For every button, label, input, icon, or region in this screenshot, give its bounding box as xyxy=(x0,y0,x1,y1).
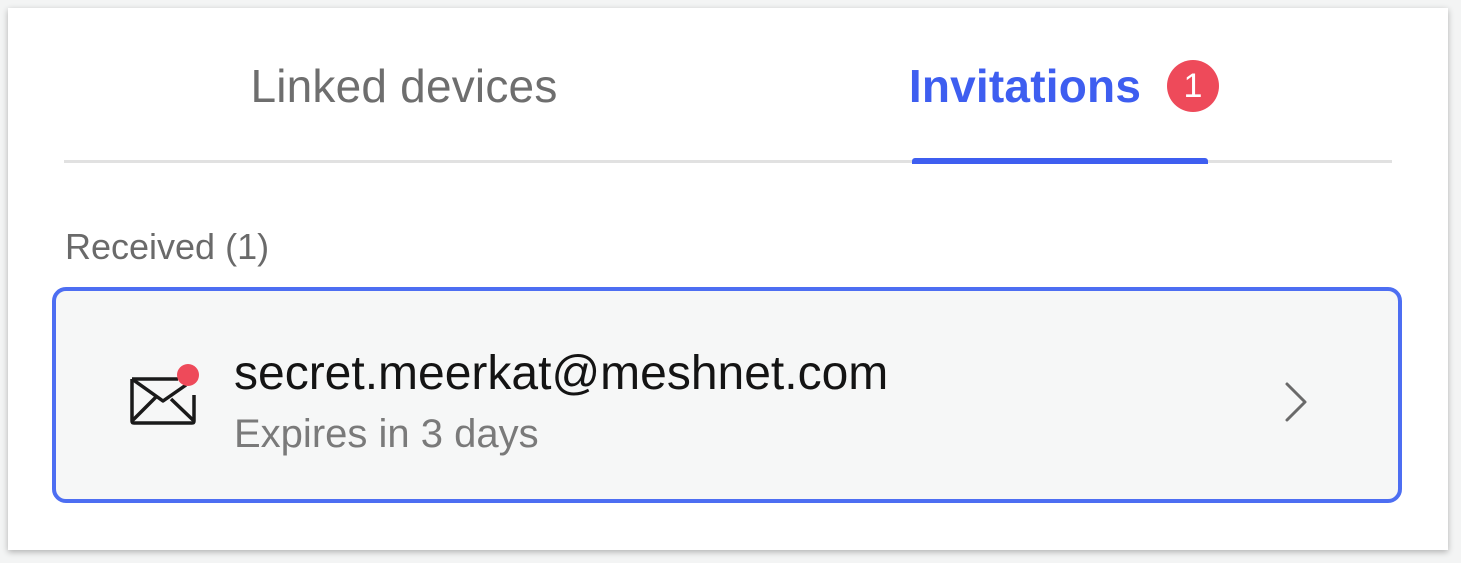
tab-bar: Linked devices Invitations 1 xyxy=(64,8,1392,164)
tab-linked-devices-label: Linked devices xyxy=(250,60,558,112)
active-tab-indicator xyxy=(912,158,1208,164)
unread-dot-icon xyxy=(177,364,199,386)
received-section-label: Received (1) xyxy=(65,226,270,267)
meshnet-panel: Linked devices Invitations 1 Received (1… xyxy=(8,8,1448,550)
invitation-email: secret.meerkat@meshnet.com xyxy=(234,347,889,400)
chevron-right-icon xyxy=(1285,382,1307,422)
tab-invitations-label: Invitations xyxy=(908,60,1142,112)
tab-linked-devices[interactable]: Linked devices xyxy=(164,8,644,164)
tab-invitations[interactable]: Invitations 1 xyxy=(904,8,1224,164)
invitation-list-item[interactable]: secret.meerkat@meshnet.com Expires in 3 … xyxy=(52,287,1402,503)
invitation-expiry: Expires in 3 days xyxy=(234,412,539,456)
envelope-unread-icon xyxy=(130,364,199,425)
invitations-count-badge: 1 xyxy=(1167,60,1220,112)
